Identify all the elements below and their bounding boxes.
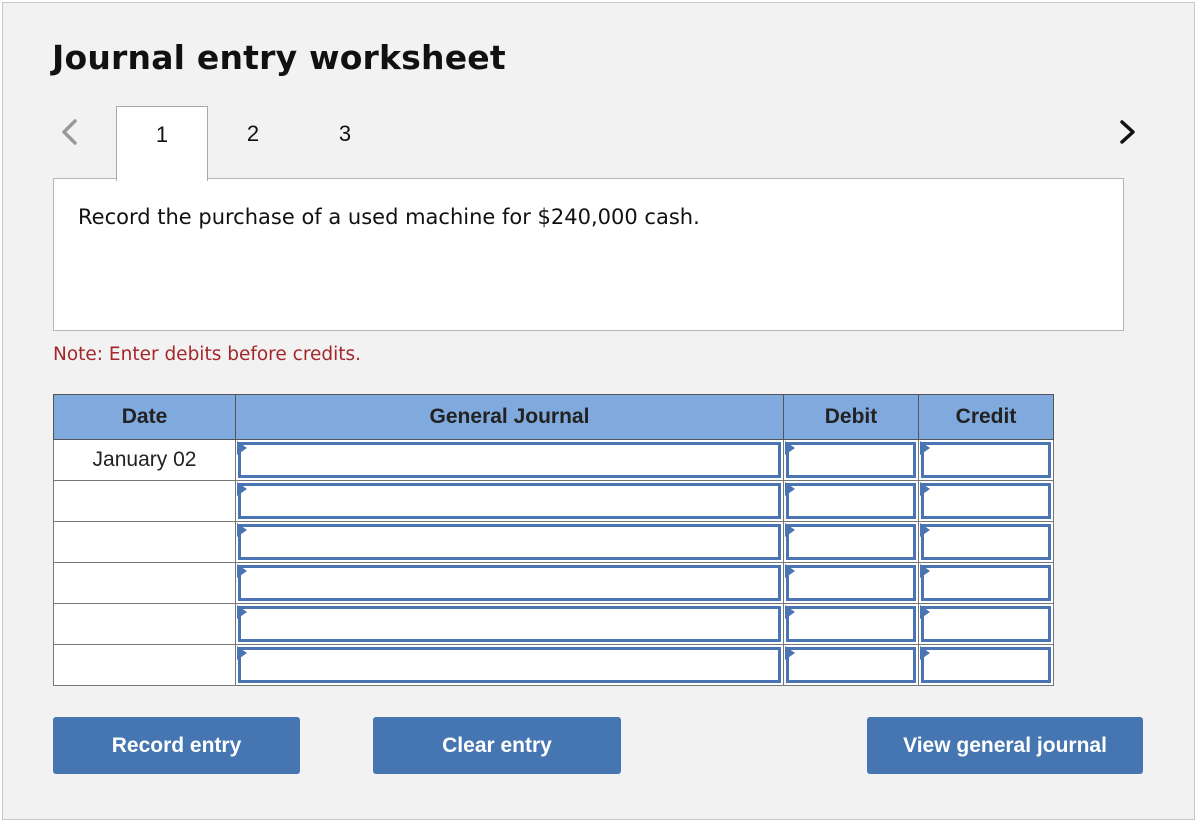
account-cell[interactable] xyxy=(235,521,784,563)
credit-cell[interactable] xyxy=(918,480,1054,522)
dropdown-marker-icon xyxy=(920,646,930,660)
date-cell xyxy=(53,644,236,686)
tab-3[interactable]: 3 xyxy=(300,106,390,180)
date-cell xyxy=(53,521,236,563)
record-entry-button[interactable]: Record entry xyxy=(53,717,300,774)
account-cell[interactable] xyxy=(235,439,784,481)
date-cell xyxy=(53,562,236,604)
dropdown-marker-icon xyxy=(785,564,795,578)
debit-cell[interactable] xyxy=(783,521,919,563)
prev-button[interactable] xyxy=(58,116,82,148)
credit-input[interactable] xyxy=(921,524,1051,560)
dropdown-marker-icon xyxy=(920,564,930,578)
tab-1[interactable]: 1 xyxy=(116,106,208,181)
tab-2[interactable]: 2 xyxy=(208,106,298,180)
date-cell xyxy=(53,603,236,645)
account-cell[interactable] xyxy=(235,644,784,686)
dropdown-marker-icon xyxy=(920,441,930,455)
dropdown-marker-icon xyxy=(237,523,247,537)
question-text: Record the purchase of a used machine fo… xyxy=(78,205,700,229)
dropdown-marker-icon xyxy=(237,441,247,455)
table-header-row: Date General Journal Debit Credit xyxy=(53,394,1054,440)
debit-cell[interactable] xyxy=(783,562,919,604)
credit-input[interactable] xyxy=(921,483,1051,519)
dropdown-marker-icon xyxy=(237,605,247,619)
column-header-date: Date xyxy=(53,394,236,440)
next-button[interactable] xyxy=(1116,116,1140,148)
debit-cell[interactable] xyxy=(783,603,919,645)
dropdown-marker-icon xyxy=(785,605,795,619)
table-row xyxy=(53,480,1054,522)
account-cell[interactable] xyxy=(235,562,784,604)
credit-cell[interactable] xyxy=(918,562,1054,604)
table-row: January 02 xyxy=(53,439,1054,481)
debit-input[interactable] xyxy=(786,442,916,478)
debit-input[interactable] xyxy=(786,606,916,642)
question-box: Record the purchase of a used machine fo… xyxy=(53,178,1124,331)
credit-input[interactable] xyxy=(921,647,1051,683)
dropdown-marker-icon xyxy=(785,482,795,496)
instruction-note: Note: Enter debits before credits. xyxy=(53,344,362,365)
dropdown-marker-icon xyxy=(920,523,930,537)
account-input[interactable] xyxy=(238,524,781,560)
view-general-journal-button[interactable]: View general journal xyxy=(867,717,1143,774)
column-header-debit: Debit xyxy=(783,394,919,440)
clear-entry-button[interactable]: Clear entry xyxy=(373,717,621,774)
journal-table: Date General Journal Debit Credit Januar… xyxy=(53,394,1054,686)
credit-cell[interactable] xyxy=(918,644,1054,686)
dropdown-marker-icon xyxy=(785,441,795,455)
debit-cell[interactable] xyxy=(783,439,919,481)
account-input[interactable] xyxy=(238,442,781,478)
dropdown-marker-icon xyxy=(785,646,795,660)
dropdown-marker-icon xyxy=(237,482,247,496)
column-header-credit: Credit xyxy=(918,394,1054,440)
debit-cell[interactable] xyxy=(783,480,919,522)
tab-label: 1 xyxy=(155,122,169,147)
table-row xyxy=(53,603,1054,645)
account-input[interactable] xyxy=(238,647,781,683)
debit-input[interactable] xyxy=(786,565,916,601)
date-cell: January 02 xyxy=(53,439,236,481)
credit-cell[interactable] xyxy=(918,521,1054,563)
chevron-right-icon xyxy=(1120,120,1135,144)
chevron-left-icon xyxy=(62,119,77,145)
credit-cell[interactable] xyxy=(918,439,1054,481)
credit-cell[interactable] xyxy=(918,603,1054,645)
page-title: Journal entry worksheet xyxy=(52,38,506,77)
dropdown-marker-icon xyxy=(785,523,795,537)
account-cell[interactable] xyxy=(235,480,784,522)
account-cell[interactable] xyxy=(235,603,784,645)
tab-label: 2 xyxy=(246,121,260,146)
column-header-general-journal: General Journal xyxy=(235,394,784,440)
table-row xyxy=(53,521,1054,563)
debit-input[interactable] xyxy=(786,647,916,683)
tab-label: 3 xyxy=(338,121,352,146)
account-input[interactable] xyxy=(238,606,781,642)
credit-input[interactable] xyxy=(921,565,1051,601)
debit-cell[interactable] xyxy=(783,644,919,686)
dropdown-marker-icon xyxy=(920,482,930,496)
dropdown-marker-icon xyxy=(237,564,247,578)
credit-input[interactable] xyxy=(921,442,1051,478)
table-row xyxy=(53,562,1054,604)
debit-input[interactable] xyxy=(786,524,916,560)
dropdown-marker-icon xyxy=(920,605,930,619)
dropdown-marker-icon xyxy=(237,646,247,660)
account-input[interactable] xyxy=(238,565,781,601)
credit-input[interactable] xyxy=(921,606,1051,642)
table-row xyxy=(53,644,1054,686)
date-cell xyxy=(53,480,236,522)
account-input[interactable] xyxy=(238,483,781,519)
debit-input[interactable] xyxy=(786,483,916,519)
